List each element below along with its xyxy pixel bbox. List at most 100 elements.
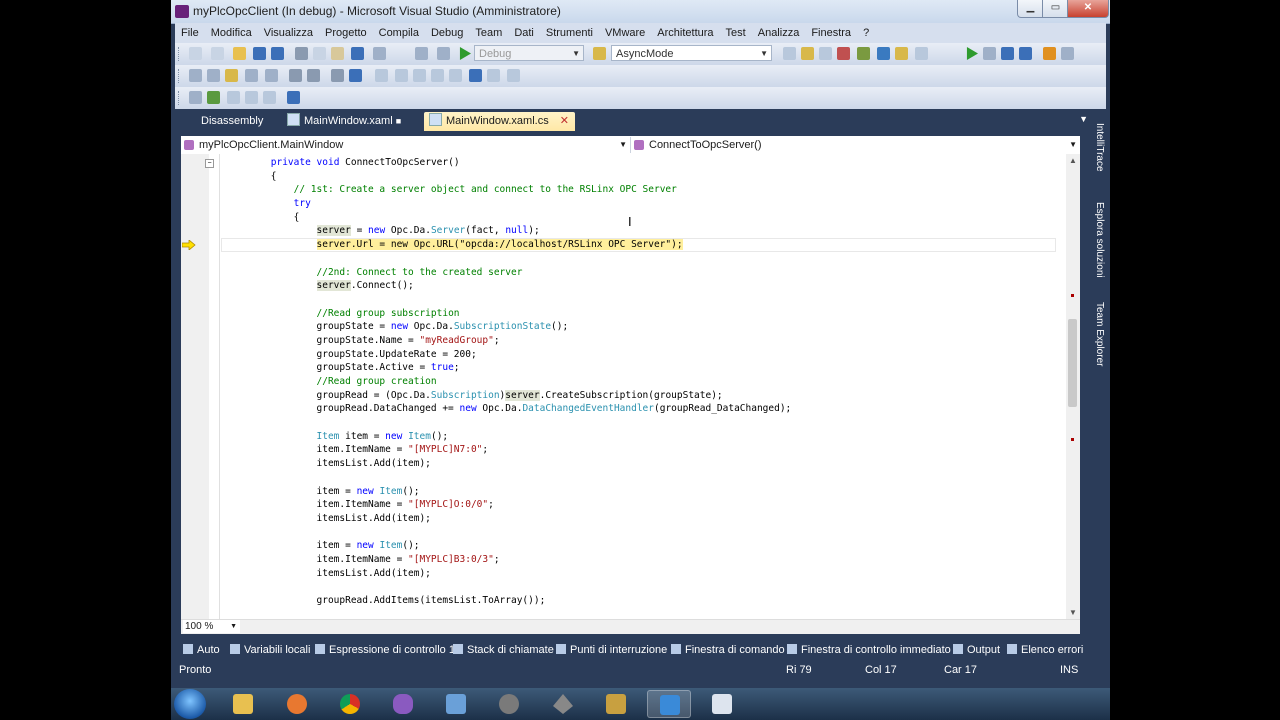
parameter-info-icon[interactable] [207,69,220,82]
close-tab-icon[interactable]: ✕ [560,115,569,127]
code-line[interactable]: // 1st: Create a server object and conne… [225,183,791,197]
code-line[interactable]: groupState.Active = true; [225,361,791,375]
previous-bookmark-in-folder-icon[interactable] [431,69,444,82]
toolbox-icon[interactable] [837,47,850,60]
menu-finestra[interactable]: Finestra [805,24,857,39]
step-over-icon[interactable] [189,91,202,104]
start-debug-icon[interactable] [966,47,978,60]
taskbar-app-10[interactable] [700,690,744,718]
side-tab-team-explorer[interactable]: Team Explorer [1089,302,1105,366]
code-line[interactable]: groupState = new Opc.Da.SubscriptionStat… [225,320,791,334]
menu-progetto[interactable]: Progetto [319,24,373,39]
menu-strumenti[interactable]: Strumenti [540,24,599,39]
find-icon[interactable] [783,47,796,60]
start-button[interactable] [174,689,206,719]
refresh-icon[interactable] [207,91,220,104]
code-line[interactable]: item.ItemName = "[MYPLC]O:0/0"; [225,498,791,512]
code-text[interactable]: private void ConnectToOpcServer() { // 1… [225,156,792,608]
code-line[interactable]: //Read group subscription [225,307,791,321]
redo-icon[interactable] [373,47,386,60]
stop-debugging-icon[interactable] [1001,47,1014,60]
code-line[interactable]: { [225,211,791,225]
outlining-margin[interactable]: − [205,154,220,619]
copy-icon[interactable] [313,47,326,60]
code-line[interactable]: item = new Item(); [225,539,791,553]
comment-out-icon[interactable] [331,69,344,82]
minimize-button[interactable]: ▁ [1017,0,1044,18]
menu-modifica[interactable]: Modifica [205,24,258,39]
code-line[interactable]: groupRead.DataChanged += new Opc.Da.Data… [225,402,792,416]
taskbar-app-8[interactable] [594,690,638,718]
menu-vmware[interactable]: VMware [599,24,651,39]
object-browser-icon[interactable] [801,47,814,60]
solution-configuration-combo[interactable]: Debug ▼ [474,45,584,61]
decrease-indent-icon[interactable] [289,69,302,82]
break-all-icon[interactable] [983,47,996,60]
taskbar-explorer[interactable] [221,690,265,718]
increase-indent-icon[interactable] [307,69,320,82]
extension-manager-icon[interactable] [857,47,870,60]
code-line[interactable]: groupRead = (Opc.Da.Subscription)server.… [225,389,791,403]
bottom-tab-breakpoints[interactable]: Punti di interruzione [556,640,667,660]
display-word-completion-icon[interactable] [265,69,278,82]
tab-mainwindow-xaml[interactable]: MainWindow.xaml ■ [287,112,401,131]
previous-bookmark-icon[interactable] [395,69,408,82]
cut-icon[interactable] [295,47,308,60]
code-line[interactable]: server.Url = new Opc.URL("opcda://localh… [225,238,791,252]
code-line[interactable]: itemsList.Add(item); [225,567,791,581]
solution-explorer-icon[interactable] [915,47,928,60]
bottom-tab-auto[interactable]: Auto [183,640,220,660]
toolbar-grip[interactable] [178,69,182,83]
toolbar-grip[interactable] [178,47,182,61]
code-line[interactable]: { [225,170,791,184]
open-folder-icon[interactable] [233,47,246,60]
scroll-down-icon[interactable]: ▼ [1069,608,1077,617]
code-line[interactable] [225,526,791,540]
navigate-backward-icon[interactable] [415,47,428,60]
menu-compila[interactable]: Compila [373,24,425,39]
clear-bookmarks-icon[interactable] [507,69,520,82]
next-bookmark-in-document-icon[interactable] [487,69,500,82]
next-bookmark-icon[interactable] [413,69,426,82]
close-button[interactable]: ✕ [1067,0,1109,18]
quick-info-icon[interactable] [225,69,238,82]
code-line[interactable]: try [225,197,791,211]
code-line[interactable]: server.Connect(); [225,279,791,293]
horizontal-scrollbar[interactable]: 100 % ▼ [181,619,1080,634]
complete-word-icon[interactable] [245,69,258,82]
menu-analizza[interactable]: Analizza [752,24,806,39]
maximize-button[interactable]: ▭ [1042,0,1069,18]
new-project-icon[interactable] [189,47,202,60]
step-into-icon[interactable] [1061,47,1074,60]
bottom-tab-watch-1[interactable]: Espressione di controllo 1 [315,640,455,660]
stack-frame-icon[interactable] [245,91,258,104]
start-page-icon[interactable] [877,47,890,60]
add-item-icon[interactable] [211,47,224,60]
code-line[interactable]: private void ConnectToOpcServer() [225,156,791,170]
navigate-forward-icon[interactable] [437,47,450,60]
tab-mainwindow-xaml-cs[interactable]: MainWindow.xaml.cs ✕ [424,112,575,131]
paste-icon[interactable] [331,47,344,60]
scroll-thumb[interactable] [1068,319,1077,407]
code-line[interactable]: itemsList.Add(item); [225,457,791,471]
bottom-tab-error-list[interactable]: Elenco errori [1007,640,1083,660]
bottom-tab-output[interactable]: Output [953,640,1000,660]
vertical-scrollbar[interactable]: ▲ ▼ [1066,154,1080,619]
find-in-files-icon[interactable] [593,47,606,60]
code-line[interactable]: item.ItemName = "[MYPLC]N7:0"; [225,443,791,457]
code-line[interactable]: //Read group creation [225,375,791,389]
taskbar-app-5[interactable] [434,690,478,718]
code-line[interactable]: groupState.Name = "myReadGroup"; [225,334,791,348]
bottom-tab-locals[interactable]: Variabili locali [230,640,310,660]
zoom-combo[interactable]: 100 % ▼ [183,620,240,633]
process-icon[interactable] [263,91,276,104]
restart-icon[interactable] [1019,47,1032,60]
code-line[interactable] [225,252,791,266]
taskbar-app-7[interactable] [541,690,585,718]
taskbar-app-2[interactable] [275,690,319,718]
menu-test[interactable]: Test [720,24,752,39]
title-bar[interactable]: myPlcOpcClient (In debug) - Microsoft Vi… [171,0,1110,24]
member-combo[interactable]: ConnectToOpcServer() ▼ [631,137,1080,153]
continue-icon[interactable] [459,47,471,60]
list-members-icon[interactable] [189,69,202,82]
